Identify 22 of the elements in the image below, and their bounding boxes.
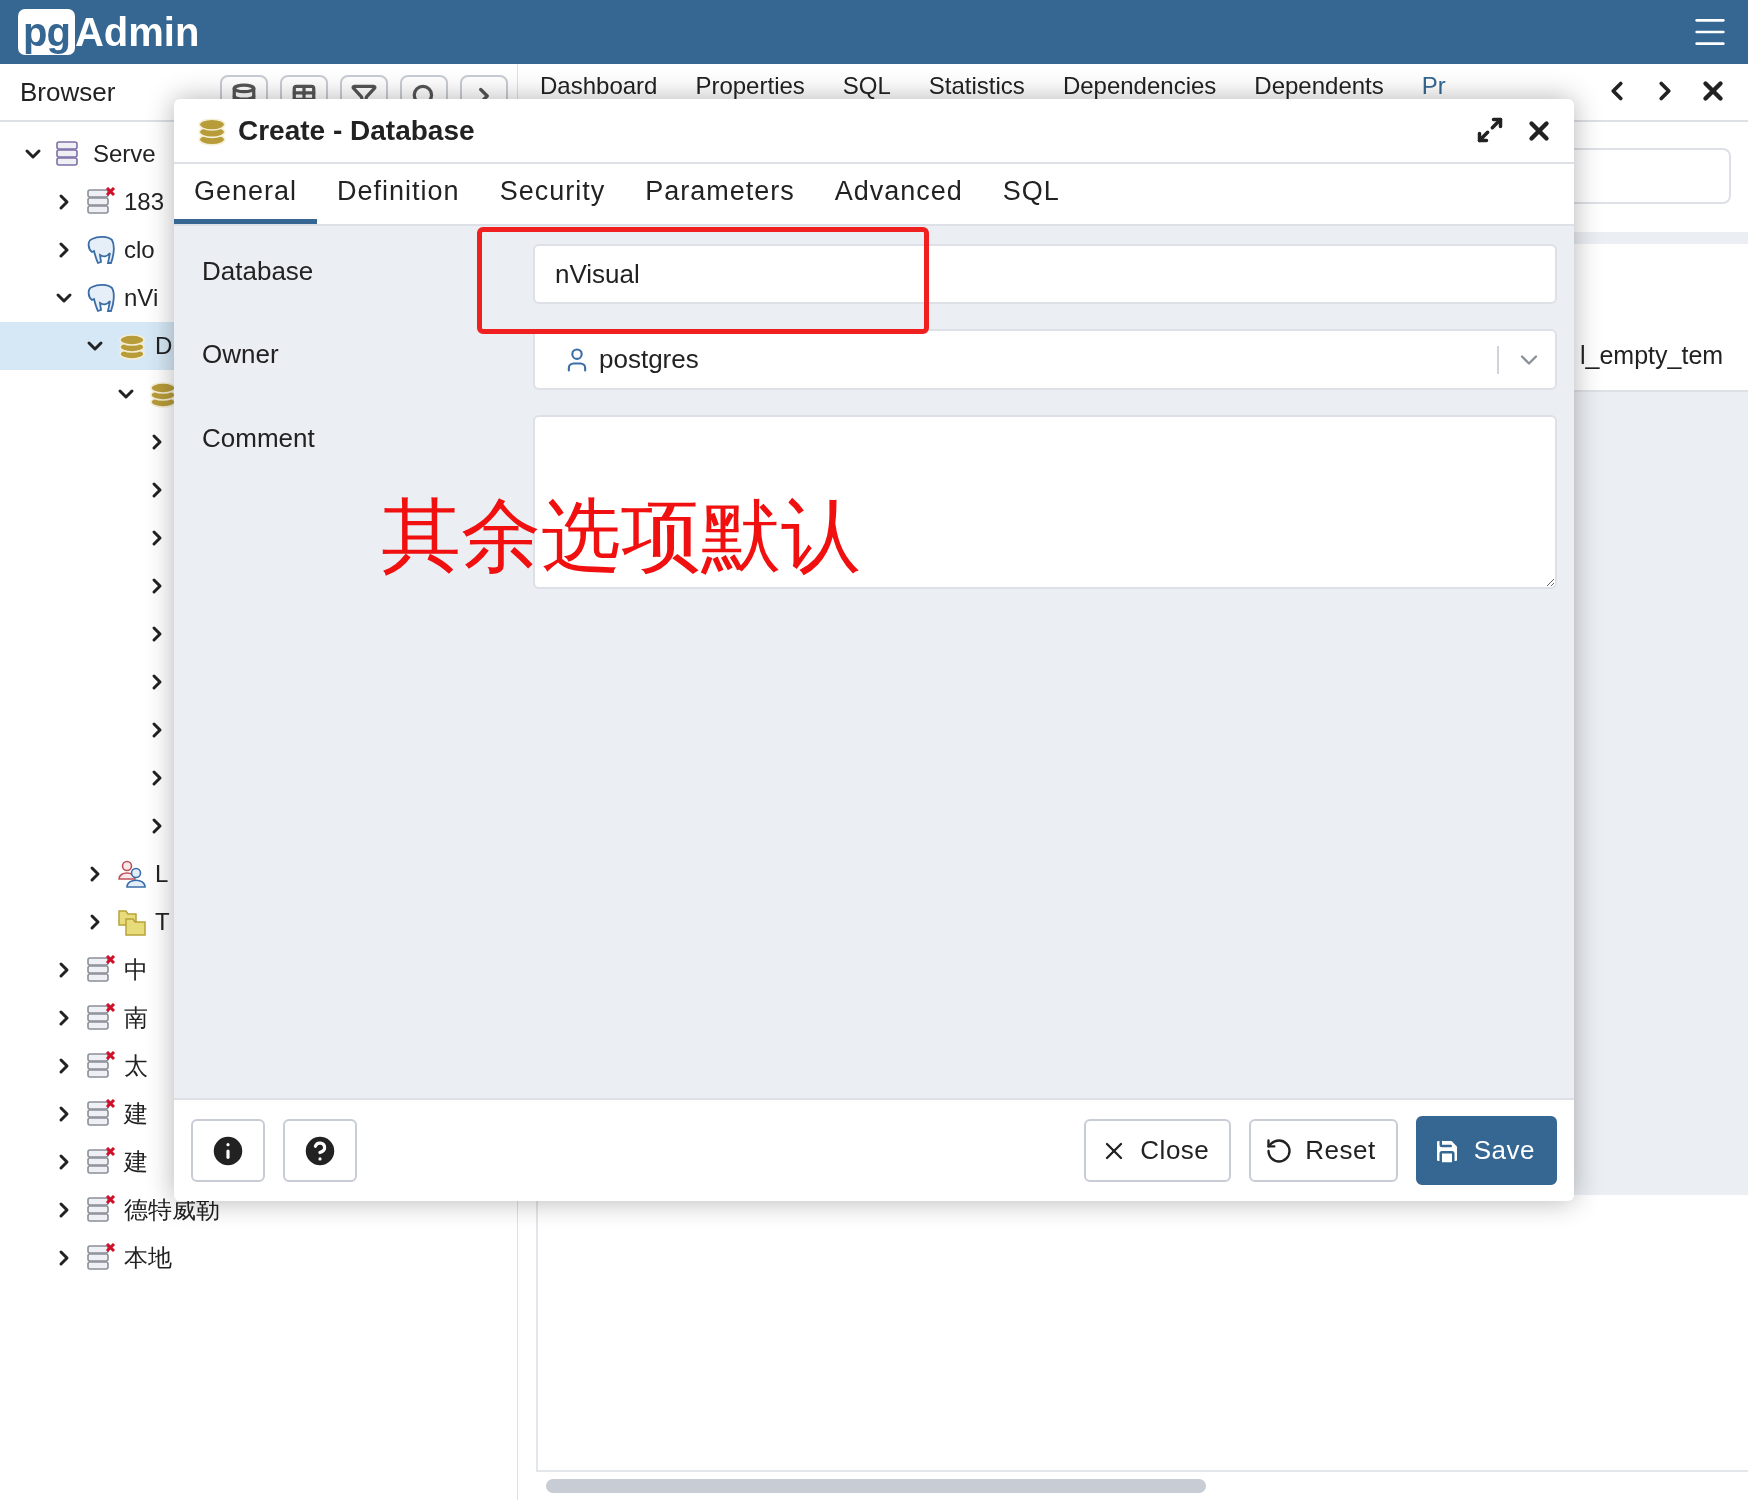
logo-mark: pg (18, 9, 75, 55)
tree-label: Serve (93, 140, 156, 168)
tree-label: nVi (124, 284, 159, 312)
field-label: Comment (201, 422, 316, 454)
tree-label: 建 (124, 1099, 148, 1129)
annotation-text: 其余选项默认 (381, 492, 861, 580)
tree-label: T (155, 908, 170, 936)
table-cell: l_empty_tem (1580, 341, 1724, 370)
tree-label: 太 (124, 1051, 148, 1081)
tree-label: 本地 (124, 1243, 172, 1273)
tree-label: 中 (124, 955, 148, 985)
tree-label: clo (124, 236, 155, 264)
tree-label: 建 (124, 1147, 148, 1177)
tree-label: L (155, 860, 169, 888)
tree-label: 南 (124, 1003, 148, 1033)
logo-text: Admin (74, 9, 200, 55)
panel-title: Browser (20, 76, 117, 108)
dialog-title: Create - Database (238, 114, 475, 147)
tree-label: D (155, 332, 173, 360)
tree-label: 183 (124, 188, 165, 216)
field-label: Database (201, 255, 315, 287)
field-label: Owner (201, 338, 280, 370)
